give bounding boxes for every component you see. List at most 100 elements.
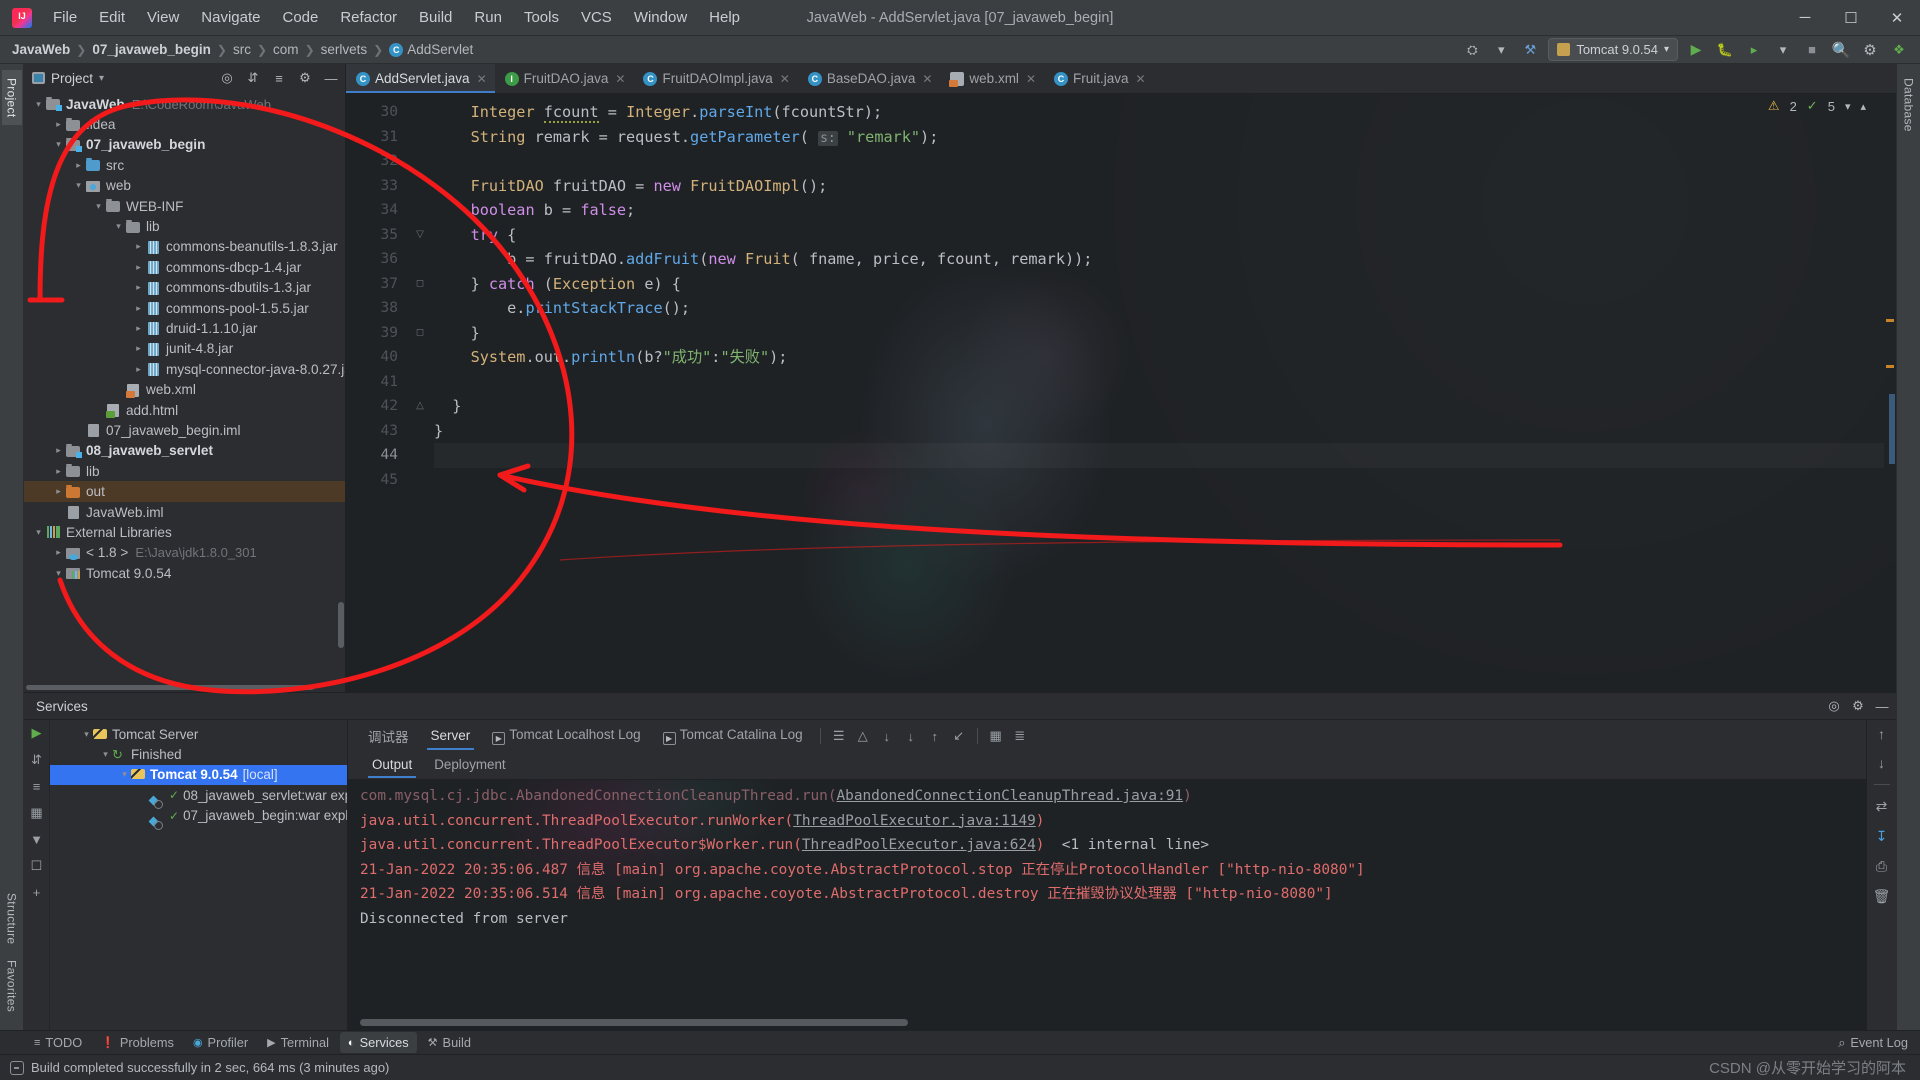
chevron-down-icon[interactable]: ▾ <box>1490 39 1512 61</box>
settings-gear-icon[interactable]: ⚙ <box>1859 39 1881 61</box>
code-line[interactable]: e.printStackTrace(); <box>434 296 1884 321</box>
menu-code[interactable]: Code <box>271 5 329 30</box>
tool-window-tab-terminal[interactable]: ▶ Terminal <box>259 1032 337 1053</box>
project-tree-row[interactable]: ▸ junit-4.8.jar <box>24 339 345 359</box>
editor-tab-web-xml[interactable]: web.xml ✕ <box>940 64 1044 93</box>
user-avatar-icon[interactable]: ⛭ <box>1461 39 1483 61</box>
close-icon[interactable]: ✕ <box>1026 72 1036 86</box>
stop-button[interactable]: ■ <box>1801 39 1823 61</box>
project-tree-row[interactable]: ▸ commons-dbutils-1.3.jar <box>24 278 345 298</box>
locate-icon[interactable]: ◎ <box>1824 696 1844 716</box>
project-tree-row[interactable]: ▾ JavaWeb E:\CodeRoom\JavaWeb <box>24 94 345 114</box>
project-tree-scrollbar[interactable] <box>338 602 344 648</box>
close-icon[interactable]: ✕ <box>477 72 487 86</box>
expand-arrow-icon[interactable]: ▸ <box>52 486 65 497</box>
tool-window-tab-services[interactable]: ◐ Services <box>339 1032 417 1053</box>
menu-file[interactable]: File <box>42 5 88 30</box>
menu-window[interactable]: Window <box>623 5 698 30</box>
expand-arrow-icon[interactable]: ▾ <box>52 139 65 150</box>
inspection-widget[interactable]: ⚠ 2 ✓ 5 ▾ ▴ <box>1768 98 1866 114</box>
expand-arrow-icon[interactable]: ▸ <box>52 119 65 130</box>
services-tree-row[interactable]: ✓08_javaweb_servlet:war exploded <box>50 785 347 810</box>
add-icon[interactable]: + <box>33 885 41 900</box>
soft-wrap-icon[interactable]: ↙ <box>948 725 970 747</box>
project-tree-row[interactable]: JavaWeb.iml <box>24 502 345 522</box>
code-line[interactable]: } <box>434 394 1884 419</box>
trash-icon[interactable]: 🗑 <box>1873 888 1891 905</box>
debug-button[interactable]: 🐛 <box>1714 39 1736 61</box>
minimize-button[interactable]: ─ <box>1782 0 1828 36</box>
restore-layout-icon[interactable]: ☐ <box>31 858 43 874</box>
expand-arrow-icon[interactable]: ▾ <box>52 568 65 579</box>
soft-wrap-icon[interactable]: ⇄ <box>1876 798 1888 815</box>
code-line[interactable]: } <box>434 419 1884 444</box>
expand-all-icon[interactable]: ⇵ <box>243 68 263 88</box>
fold-marker[interactable]: △ <box>406 394 434 419</box>
expand-arrow-icon[interactable]: ▸ <box>132 303 145 314</box>
chevron-up-icon[interactable]: ▴ <box>1860 100 1866 113</box>
breadcrumb-javaweb[interactable]: JavaWeb <box>12 42 70 57</box>
fold-marker[interactable] <box>406 345 434 370</box>
close-icon[interactable]: ✕ <box>780 72 790 86</box>
fold-marker[interactable] <box>406 198 434 223</box>
breadcrumb-com[interactable]: com <box>273 42 299 57</box>
code-line[interactable]: FruitDAO fruitDAO = new FruitDAOImpl(); <box>434 174 1884 199</box>
services-tree-row[interactable]: ▾ Tomcat Server <box>50 724 347 744</box>
up-end-icon[interactable]: ↑ <box>924 725 946 747</box>
expand-arrow-icon[interactable]: ▸ <box>132 262 145 273</box>
down-end-icon[interactable]: ↓ <box>900 725 922 747</box>
collapse-all-icon[interactable]: ≡ <box>33 779 41 794</box>
services-tree[interactable]: ▾ Tomcat Server ▾ ↻ Finished ▾ Tomcat 9.0.54 [l… <box>50 720 348 1030</box>
fold-marker[interactable] <box>406 125 434 150</box>
project-tree-row[interactable]: ▾ 07_javaweb_begin <box>24 135 345 155</box>
bottom-tool-tabs[interactable]: ≡ TODO ❗ Problems ◉ Profiler ▶ Terminal ◐ Service… <box>0 1030 1920 1054</box>
project-tree-row[interactable]: ▾ Tomcat 9.0.54 <box>24 563 345 583</box>
tool-window-tab-problems[interactable]: ❗ Problems <box>93 1032 182 1053</box>
project-tree-row[interactable]: ▸ commons-beanutils-1.8.3.jar <box>24 237 345 257</box>
hide-panel-icon[interactable]: — <box>321 68 341 88</box>
run-configuration-selector[interactable]: Tomcat 9.0.54 ▾ <box>1548 38 1678 61</box>
project-tree-row[interactable]: ▸ commons-dbcp-1.4.jar <box>24 257 345 277</box>
expand-arrow-icon[interactable]: ▾ <box>72 180 85 191</box>
tool-window-tab-todo[interactable]: ≡ TODO <box>26 1032 90 1053</box>
menu-refactor[interactable]: Refactor <box>329 5 408 30</box>
code-folding-column[interactable]: ▽ ◻ ◻ △ <box>406 94 434 692</box>
menu-navigate[interactable]: Navigate <box>190 5 271 30</box>
expand-arrow-icon[interactable]: ▾ <box>32 99 45 110</box>
event-log-button[interactable]: ⌕ Event Log <box>1838 1035 1920 1051</box>
code-line[interactable] <box>434 370 1884 395</box>
chevron-down-icon[interactable]: ▾ <box>99 73 104 84</box>
maximize-button[interactable]: ☐ <box>1828 0 1874 36</box>
menu-help[interactable]: Help <box>698 5 751 30</box>
project-tree-row[interactable]: ▾ WEB-INF <box>24 196 345 216</box>
editor-tab-fruitdao-java[interactable]: I FruitDAO.java ✕ <box>495 64 634 93</box>
fold-marker[interactable] <box>406 296 434 321</box>
expand-arrow-icon[interactable]: ▸ <box>72 160 85 171</box>
fold-marker[interactable]: ◻ <box>406 321 434 346</box>
up-stack-icon[interactable]: △ <box>852 725 874 747</box>
project-tree-row[interactable]: ▾ lib <box>24 216 345 236</box>
breadcrumb-serlvets[interactable]: serlvets <box>321 42 368 57</box>
print-icon[interactable]: ≣ <box>1009 725 1031 747</box>
fold-marker[interactable]: ▽ <box>406 223 434 248</box>
expand-arrow-icon[interactable]: ▸ <box>52 466 65 477</box>
project-tree-row[interactable]: ▾ web <box>24 176 345 196</box>
console-subtab-deployment[interactable]: Deployment <box>424 753 515 778</box>
code-line[interactable]: String remark = request.getParameter( s:… <box>434 125 1884 150</box>
services-tree-row[interactable]: ▾ ↻ Finished <box>50 744 347 764</box>
tool-window-tab-profiler[interactable]: ◉ Profiler <box>185 1032 256 1053</box>
expand-arrow-icon[interactable]: ▾ <box>80 729 93 740</box>
editor-viewport[interactable]: 30 31 32 33 34 35 36 37 38 39 40 41 42 43 44 45 ▽ ◻ ◻ △ In… <box>346 94 1896 692</box>
menu-run[interactable]: Run <box>463 5 513 30</box>
expand-arrow-icon[interactable]: ▾ <box>112 221 125 232</box>
project-tree-row[interactable]: web.xml <box>24 379 345 399</box>
fold-marker[interactable] <box>406 443 434 468</box>
chevron-down-icon[interactable]: ▾ <box>1845 100 1851 113</box>
settings-gear-icon[interactable]: ⚙ <box>1848 696 1868 716</box>
code-line[interactable]: try { <box>434 223 1884 248</box>
console-tab-3[interactable]: ▶ Tomcat Catalina Log <box>653 721 813 752</box>
code-text[interactable]: Integer fcount = Integer.parseInt(fcount… <box>434 94 1884 692</box>
tool-tab-database[interactable]: Database <box>1899 70 1919 140</box>
locate-file-icon[interactable]: ◎ <box>217 68 237 88</box>
settings-gear-icon[interactable]: ⚙ <box>295 68 315 88</box>
